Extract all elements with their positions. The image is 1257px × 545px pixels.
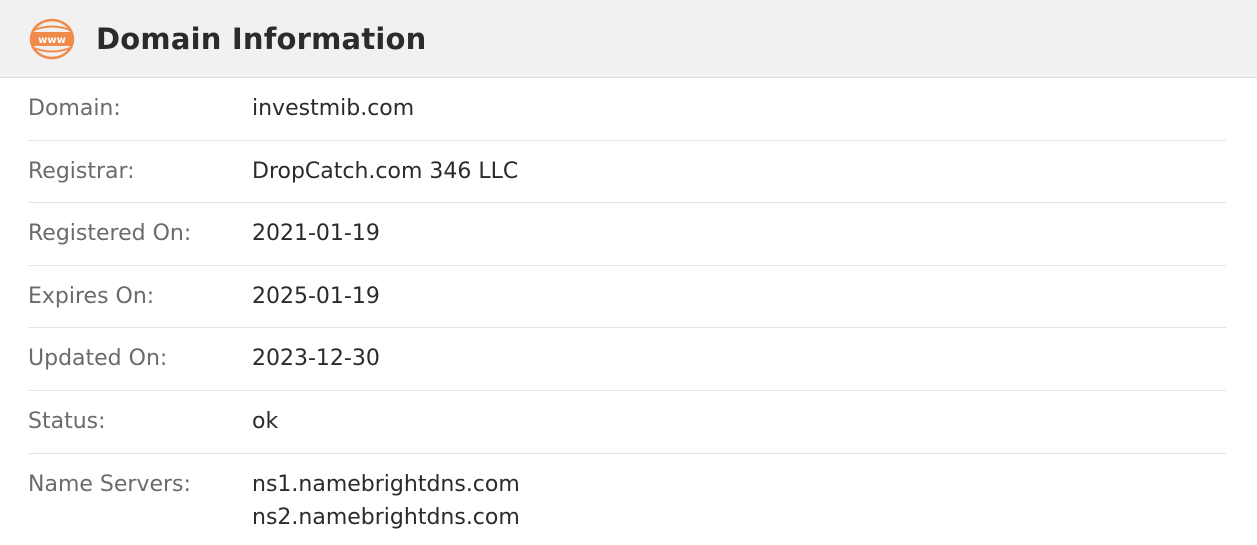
info-label-expires-on: Expires On:	[28, 283, 155, 309]
info-row-registrar: Registrar: DropCatch.com 346 LLC	[28, 141, 1226, 204]
info-value-expires-on: 2025-01-19	[252, 283, 380, 309]
info-label-registrar: Registrar:	[28, 158, 135, 184]
info-value-status: ok	[252, 408, 279, 434]
domain-information-panel: www Domain Information Domain: investmib…	[0, 0, 1257, 545]
info-value-domain: investmib.com	[252, 96, 415, 121]
info-label-name-servers: Name Servers:	[28, 471, 191, 497]
info-row-status: Status: ok	[28, 391, 1226, 454]
info-label-registered-on: Registered On:	[28, 221, 192, 247]
info-row-updated-on: Updated On: 2023-12-30	[28, 328, 1226, 391]
name-server-1: ns1.namebrightdns.com	[252, 471, 520, 497]
info-value-registered-on: 2021-01-19	[252, 221, 380, 247]
info-label-updated-on: Updated On:	[28, 346, 168, 372]
info-row-domain: Domain: investmib.com	[28, 78, 1226, 141]
info-value-registrar: DropCatch.com 346 LLC	[252, 158, 519, 184]
info-label-status: Status:	[28, 408, 106, 434]
info-row-expires-on: Expires On: 2025-01-19	[28, 266, 1226, 329]
info-row-registered-on: Registered On: 2021-01-19	[28, 203, 1226, 266]
www-icon: www	[28, 17, 76, 61]
info-value-name-servers: ns1.namebrightdns.com ns2.namebrightdns.…	[252, 470, 520, 536]
page-title: Domain Information	[96, 21, 427, 56]
name-server-2: ns2.namebrightdns.com	[252, 504, 520, 530]
info-value-updated-on: 2023-12-30	[252, 346, 380, 372]
info-label-domain: Domain:	[28, 96, 121, 121]
panel-header: www Domain Information	[0, 0, 1257, 78]
www-icon-text: www	[38, 35, 66, 46]
info-table: Domain: investmib.com Registrar: DropCat…	[28, 78, 1226, 536]
info-row-name-servers: Name Servers: ns1.namebrightdns.com ns2.…	[28, 454, 1226, 536]
